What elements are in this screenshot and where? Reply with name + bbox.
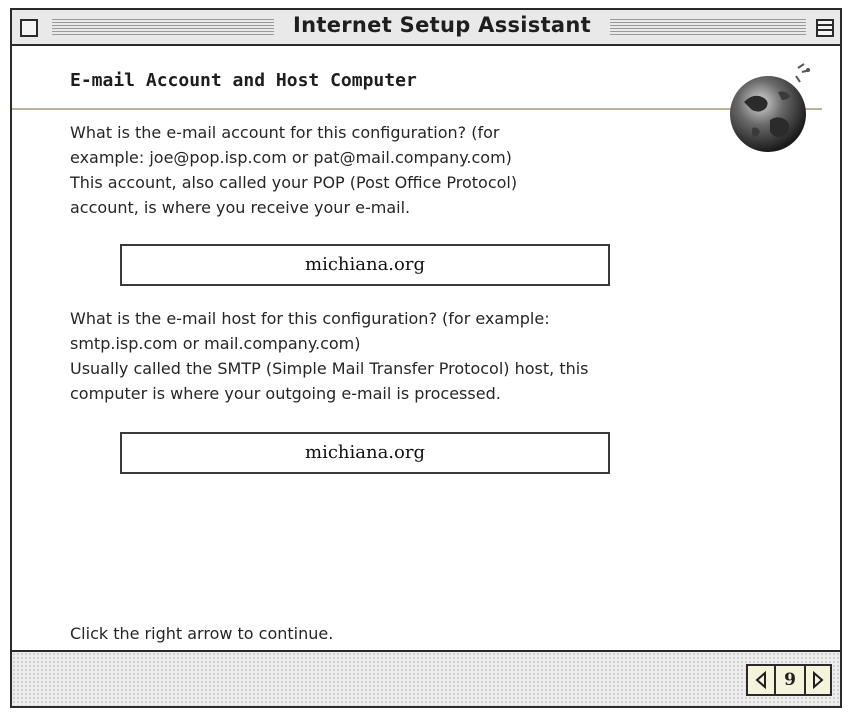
header-divider — [12, 108, 822, 110]
section-title: E-mail Account and Host Computer — [70, 70, 417, 91]
globe-icon — [730, 63, 811, 152]
title-bar[interactable]: Internet Setup Assistant — [12, 10, 840, 46]
page-number: 9 — [774, 666, 804, 694]
setup-assistant-window: Internet Setup Assistant E-mail Account … — [10, 8, 842, 708]
content-area: E-mail Account and Host Computer What is… — [12, 46, 840, 650]
account-question-line: example: joe@pop.isp.com or pat@mail.com… — [70, 148, 512, 167]
title-bar-stripes-right — [610, 19, 806, 35]
host-question-line: What is the e-mail host for this configu… — [70, 309, 550, 328]
host-question-line: smtp.isp.com or mail.company.com) — [70, 334, 361, 353]
navigation-bar: 9 — [12, 650, 840, 706]
right-arrow-icon — [813, 671, 824, 689]
collapse-box-icon[interactable] — [816, 19, 834, 37]
email-account-field[interactable]: michiana.org — [120, 244, 610, 286]
account-question-text: What is the e-mail account for this conf… — [70, 120, 517, 220]
title-bar-stripes-left — [52, 19, 274, 35]
previous-page-button[interactable] — [748, 666, 774, 694]
page-navigator: 9 — [746, 664, 832, 696]
host-question-line: computer is where your outgoing e-mail i… — [70, 384, 501, 403]
host-question-text: What is the e-mail host for this configu… — [70, 306, 589, 406]
close-box-icon[interactable] — [20, 19, 38, 37]
window-title: Internet Setup Assistant — [293, 13, 591, 37]
email-host-field[interactable]: michiana.org — [120, 432, 610, 474]
left-arrow-icon — [755, 671, 766, 689]
next-page-button[interactable] — [804, 666, 830, 694]
account-question-line: What is the e-mail account for this conf… — [70, 123, 500, 142]
account-question-line: account, is where you receive your e-mai… — [70, 198, 411, 217]
continue-instruction: Click the right arrow to continue. — [70, 624, 334, 643]
host-question-line: Usually called the SMTP (Simple Mail Tra… — [70, 359, 589, 378]
account-question-line: This account, also called your POP (Post… — [70, 173, 518, 192]
